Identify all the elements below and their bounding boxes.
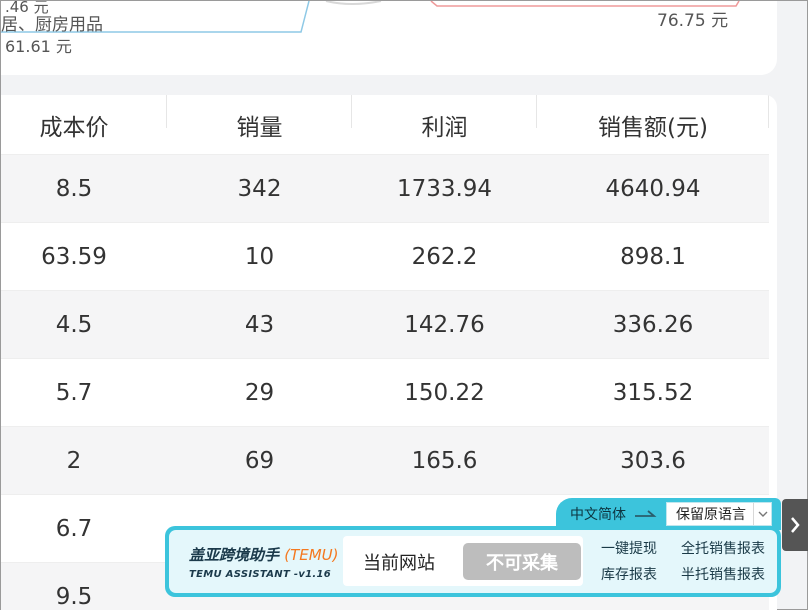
- header-profit[interactable]: 利润: [352, 95, 537, 142]
- full-custody-sales-report-link[interactable]: 全托销售报表: [681, 538, 773, 558]
- cell-sales-amount: 336.26: [612, 311, 694, 338]
- current-site-label: 当前网站: [363, 553, 435, 574]
- brand-title: 盖亚跨境助手 (TEMU): [189, 544, 339, 565]
- cell-cost-price: 4.5: [55, 311, 93, 338]
- chevron-right-icon: [791, 517, 800, 533]
- cell-profit: 262.2: [411, 243, 478, 270]
- current-site-box: 当前网站 不可采集: [343, 536, 583, 586]
- collapse-handle[interactable]: [782, 499, 808, 551]
- cell-cost-price: 6.7: [55, 515, 93, 542]
- toolbar-links: 一键提现 全托销售报表 库存报表 半托销售报表: [601, 538, 773, 584]
- cell-profit: 142.76: [404, 311, 485, 338]
- header-cost-price[interactable]: 成本价: [1, 95, 167, 142]
- header-sales-amount[interactable]: 销售额(元): [537, 95, 769, 142]
- language-label: 中文简体: [570, 507, 626, 523]
- chart-value-label: 76.75 元: [657, 11, 729, 31]
- table-row: 2 69 165.6 303.6: [1, 427, 769, 495]
- assistant-toolbar-inner: 盖亚跨境助手 (TEMU) TEMU ASSISTANT -v1.16 当前网站…: [169, 530, 777, 593]
- cell-sales-amount: 4640.94: [605, 175, 701, 202]
- cell-sales-amount: 303.6: [620, 447, 686, 474]
- cell-profit: 150.22: [404, 379, 485, 406]
- semi-custody-sales-report-link[interactable]: 半托销售报表: [681, 564, 773, 584]
- withdraw-link[interactable]: 一键提现: [601, 538, 673, 558]
- cell-quantity: 69: [244, 447, 275, 474]
- inventory-report-link[interactable]: 库存报表: [601, 564, 673, 584]
- table-row: 4.5 43 142.76 336.26: [1, 291, 769, 359]
- cell-cost-price: 2: [66, 447, 82, 474]
- header-quantity[interactable]: 销量: [167, 95, 352, 142]
- chart-category-label: 居、厨房用品: [1, 15, 103, 35]
- brand-name: 盖亚跨境助手: [189, 546, 280, 564]
- cell-quantity: 10: [244, 243, 275, 270]
- cell-cost-price: 5.7: [55, 379, 93, 406]
- table-row: 63.59 10 262.2 898.1: [1, 223, 769, 291]
- assistant-brand: 盖亚跨境助手 (TEMU) TEMU ASSISTANT -v1.16: [189, 544, 339, 580]
- table-header-row: 成本价 销量 利润 销售额(元): [1, 95, 769, 155]
- collect-button[interactable]: 不可采集: [463, 543, 581, 580]
- chevron-down-icon: [753, 503, 771, 525]
- chart-value-label: 61.61 元: [5, 37, 72, 56]
- cell-profit: 1733.94: [396, 175, 493, 202]
- chart-card: .46 元 居、厨房用品 61.61 元 76.75 元: [1, 1, 777, 75]
- brand-tag: (TEMU): [284, 546, 339, 564]
- cell-sales-amount: 315.52: [612, 379, 694, 406]
- assistant-toolbar: 盖亚跨境助手 (TEMU) TEMU ASSISTANT -v1.16 当前网站…: [165, 526, 781, 597]
- table-row: 8.5 342 1733.94 4640.94: [1, 155, 769, 223]
- language-select[interactable]: 保留原语言: [666, 502, 772, 526]
- cell-cost-price: 63.59: [41, 243, 107, 270]
- cell-cost-price: 9.5: [55, 583, 93, 610]
- cell-sales-amount: 898.1: [620, 243, 686, 270]
- cell-quantity: 342: [237, 175, 282, 202]
- cell-quantity: 29: [244, 379, 275, 406]
- language-select-value: 保留原语言: [676, 507, 746, 523]
- arrow-right-icon: [635, 510, 657, 517]
- cell-cost-price: 8.5: [55, 175, 93, 202]
- cell-quantity: 43: [244, 311, 275, 338]
- brand-subtitle: TEMU ASSISTANT -v1.16: [189, 569, 332, 580]
- cell-profit: 165.6: [411, 447, 478, 474]
- table-row: 5.7 29 150.22 315.52: [1, 359, 769, 427]
